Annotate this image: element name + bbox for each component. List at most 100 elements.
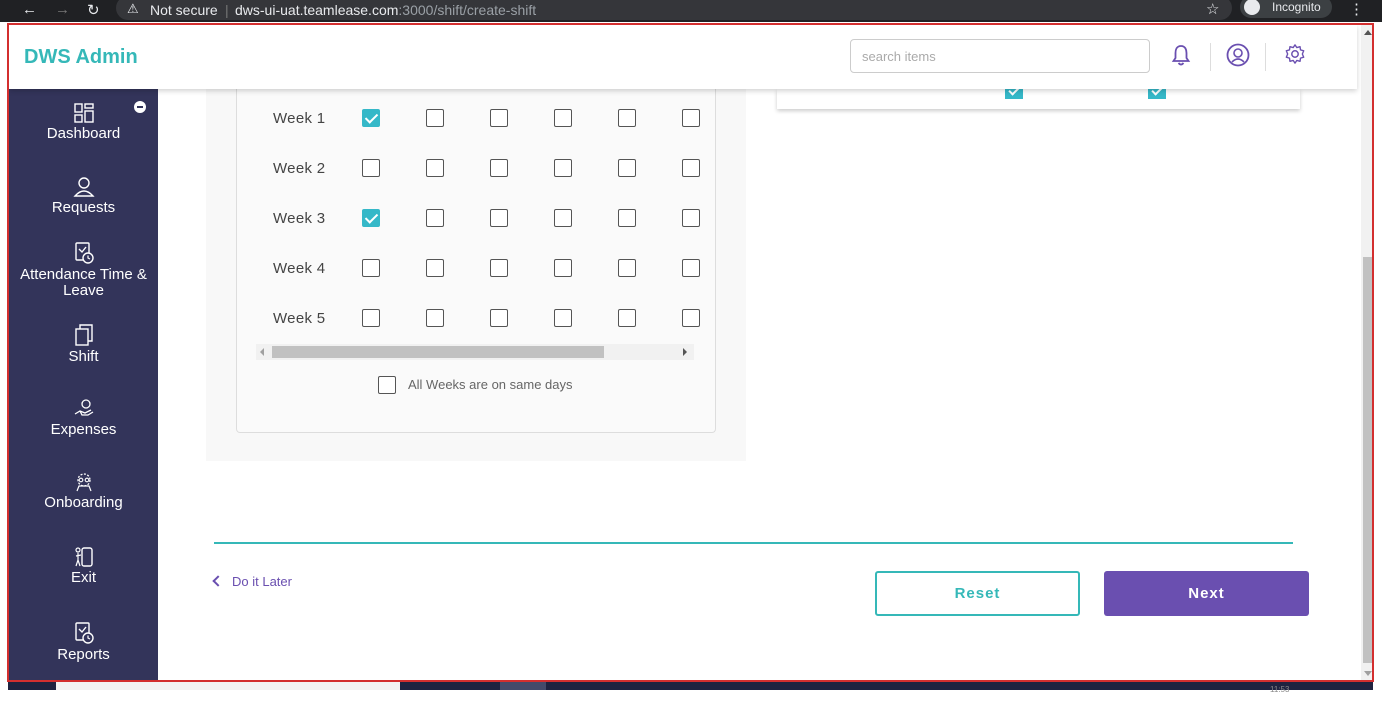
scroll-left-arrow-icon[interactable] [260,348,264,356]
app-header: DWS Admin [9,25,1357,89]
sidebar-item-reports[interactable]: Reports [9,621,158,663]
back-arrow-icon[interactable]: ← [22,1,37,18]
day-checkbox[interactable] [490,109,508,127]
day-checkbox[interactable] [490,309,508,327]
day-checkbox[interactable] [490,209,508,227]
day-checkbox[interactable] [682,109,700,127]
scroll-down-arrow-icon[interactable] [1364,671,1372,676]
main-content: Week 1 Week 2 Week 3 Week 4 Week 5 All Weeks… [158,85,1361,680]
vertical-scroll-thumb[interactable] [1363,257,1372,663]
day-checkbox[interactable] [618,259,636,277]
do-it-later-link[interactable]: Do it Later [212,574,292,589]
sidebar-item-dashboard[interactable]: Dashboard [9,102,158,142]
day-checkbox[interactable] [682,309,700,327]
sidebar-item-label: Onboarding [44,494,123,511]
day-checkbox[interactable] [426,309,444,327]
search-input[interactable] [850,39,1150,73]
sidebar-item-label: Exit [70,569,96,586]
week-row: Week 3 [237,203,715,233]
user-icon [72,177,95,197]
warning-icon: ⚠ [127,1,139,16]
section-divider [214,542,1293,544]
day-checkbox[interactable] [618,159,636,177]
sidebar-item-label: Requests [51,199,116,216]
week-row: Week 4 [237,253,715,283]
day-checkbox[interactable] [554,159,572,177]
vertical-scrollbar[interactable] [1361,25,1372,680]
horizontal-scroll-thumb[interactable] [272,346,604,358]
week-schedule-card: Week 1 Week 2 Week 3 Week 4 Week 5 All Weeks… [236,89,716,433]
taskbar-clock: 11:53 [1270,685,1290,694]
bookmark-star-icon[interactable]: ☆ [1206,0,1219,18]
day-checkbox[interactable] [554,109,572,127]
all-weeks-label: All Weeks are on same days [408,377,573,392]
profile-icon[interactable] [1226,43,1250,67]
brand-title: DWS Admin [24,46,138,68]
day-checkbox[interactable] [490,159,508,177]
copy-icon [74,324,93,346]
week-label: Week 1 [273,110,326,127]
day-checkbox[interactable] [362,209,380,227]
scroll-up-arrow-icon[interactable] [1364,30,1372,35]
day-checkbox[interactable] [682,159,700,177]
browser-toolbar: ← → ↻ ⚠ Not secure | dws-ui-uat.teamleas… [0,0,1382,22]
app-frame: DWS Admin Dashboard [7,23,1374,682]
day-checkbox[interactable] [554,309,572,327]
os-taskbar: 11:53 [0,682,1382,707]
sidebar-item-shift[interactable]: Shift [9,323,158,365]
day-checkbox[interactable] [362,109,380,127]
sidebar-item-label: Dashboard [46,125,121,142]
header-divider [1265,43,1266,71]
scroll-right-arrow-icon[interactable] [683,348,687,356]
day-checkbox[interactable] [426,209,444,227]
day-checkbox[interactable] [426,109,444,127]
security-label: Not secure [150,2,218,18]
week-row: Week 1 [237,103,715,133]
sidebar-item-label: Expenses [50,421,117,438]
week-row: Week 2 [237,153,715,183]
header-divider [1210,43,1211,71]
day-checkbox[interactable] [362,159,380,177]
reset-button[interactable]: Reset [875,571,1080,616]
address-separator: | [225,2,229,18]
chevron-left-icon [212,575,224,587]
horizontal-scrollbar[interactable] [256,344,694,360]
sidebar-item-label: Shift [68,348,99,365]
reload-icon[interactable]: ↻ [87,1,100,19]
day-checkbox[interactable] [362,259,380,277]
taskbar-app-button[interactable] [500,682,546,690]
day-checkbox[interactable] [426,159,444,177]
sidebar-item-attendance[interactable]: Attendance Time & Leave [9,241,158,299]
week-label: Week 3 [273,210,326,227]
bell-icon[interactable] [1171,43,1191,67]
day-checkbox[interactable] [426,259,444,277]
day-checkbox[interactable] [682,209,700,227]
sidebar-item-expenses[interactable]: Expenses [9,398,158,438]
day-checkbox[interactable] [618,109,636,127]
url-text[interactable]: dws-ui-uat.teamlease.com:3000/shift/crea… [235,2,536,18]
week-label: Week 4 [273,260,326,277]
day-checkbox[interactable] [362,309,380,327]
day-checkbox[interactable] [682,259,700,277]
taskbar-search-box[interactable] [56,682,400,690]
sidebar-item-exit[interactable]: Exit [9,546,158,586]
sidebar-item-onboarding[interactable]: Onboarding [9,471,158,511]
incognito-badge[interactable]: Incognito [1240,0,1332,18]
day-checkbox[interactable] [490,259,508,277]
day-checkbox[interactable] [618,209,636,227]
day-checkbox[interactable] [554,209,572,227]
hand-coin-icon [74,399,93,416]
gear-icon[interactable] [1284,43,1306,65]
sidebar-item-label: Reports [57,646,110,663]
day-checkbox[interactable] [618,309,636,327]
sidebar-item-requests[interactable]: Requests [9,176,158,216]
next-button[interactable]: Next [1104,571,1309,616]
all-weeks-checkbox[interactable] [378,376,396,394]
calendar-clock-icon [74,242,94,264]
week-row: Week 5 [237,303,715,333]
do-it-later-label: Do it Later [232,574,292,589]
day-checkbox[interactable] [554,259,572,277]
forward-arrow-icon[interactable]: → [55,1,70,18]
browser-menu-icon[interactable]: ⋮ [1349,0,1364,18]
dashboard-icon [73,103,94,123]
